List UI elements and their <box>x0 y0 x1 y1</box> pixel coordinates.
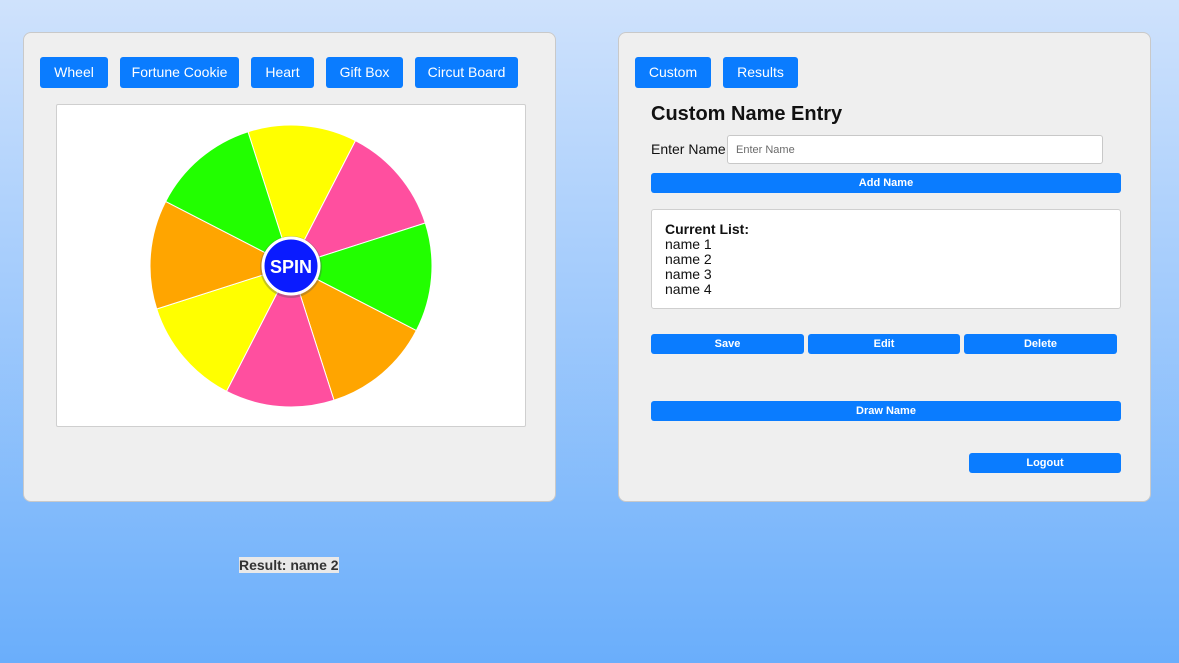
wheel-canvas: SPIN <box>56 104 526 427</box>
draw-name-button[interactable]: Draw Name <box>651 401 1121 421</box>
name-label: Enter Name: <box>651 141 730 157</box>
spin-wheel[interactable]: SPIN <box>57 105 525 426</box>
tab-wheel[interactable]: Wheel <box>40 57 108 88</box>
current-list: Current List: name 1 name 2 name 3 name … <box>651 209 1121 309</box>
tab-results[interactable]: Results <box>723 57 798 88</box>
wheel-panel: Wheel Fortune Cookie Heart Gift Box Circ… <box>23 32 556 502</box>
name-input[interactable] <box>727 135 1103 164</box>
tab-circut-board[interactable]: Circut Board <box>415 57 518 88</box>
tab-custom[interactable]: Custom <box>635 57 711 88</box>
tab-heart[interactable]: Heart <box>251 57 314 88</box>
list-title: Current List: <box>665 221 749 237</box>
list-item: name 2 <box>665 251 712 267</box>
list-item: name 3 <box>665 266 712 282</box>
tab-gift-box[interactable]: Gift Box <box>326 57 403 88</box>
delete-button[interactable]: Delete <box>964 334 1117 354</box>
page-title: Custom Name Entry <box>651 103 843 125</box>
edit-button[interactable]: Edit <box>808 334 960 354</box>
result-text: Result: name 2 <box>239 557 339 573</box>
logout-button[interactable]: Logout <box>969 453 1121 473</box>
save-button[interactable]: Save <box>651 334 804 354</box>
list-item: name 1 <box>665 236 712 252</box>
custom-panel: Custom Results Custom Name Entry Enter N… <box>618 32 1151 502</box>
add-name-button[interactable]: Add Name <box>651 173 1121 193</box>
spin-label[interactable]: SPIN <box>270 257 312 277</box>
list-item: name 4 <box>665 281 712 297</box>
spin-button[interactable]: SPIN <box>260 236 322 298</box>
tab-fortune-cookie[interactable]: Fortune Cookie <box>120 57 239 88</box>
